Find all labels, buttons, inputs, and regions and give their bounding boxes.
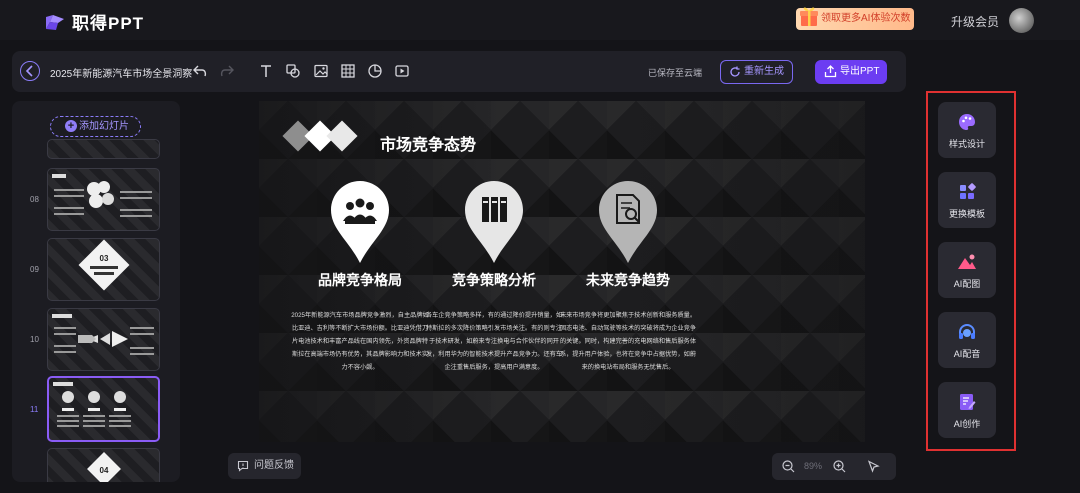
slide-number: 11 (30, 405, 39, 414)
export-ppt-button[interactable]: 导出PPT (815, 60, 887, 84)
slide-number: 10 (30, 335, 39, 344)
zoom-controls: 89% (772, 453, 896, 480)
text-icon[interactable] (258, 63, 274, 79)
column-title[interactable]: 品牌竞争格局 (305, 273, 415, 288)
slide-thumbnail-09[interactable]: 03 (47, 238, 160, 301)
slide-number: 08 (30, 195, 39, 204)
slide-thumbnail-07[interactable] (47, 139, 160, 159)
change-template-button[interactable]: 更换模板 (938, 172, 996, 228)
refresh-icon (730, 66, 740, 77)
export-icon (824, 65, 837, 78)
ai-image-button[interactable]: AI配图 (938, 242, 996, 298)
chart-icon[interactable] (367, 63, 383, 79)
svg-text:04: 04 (100, 466, 109, 475)
slide-number: 09 (30, 265, 39, 274)
avatar[interactable] (1009, 8, 1034, 33)
slide-thumbnail-11[interactable] (47, 376, 160, 442)
add-slide-button[interactable]: + 添加幻灯片 (50, 116, 141, 137)
promo-button[interactable]: 领取更多AI体验次数 (796, 7, 914, 30)
column-title[interactable]: 竞争策略分析 (439, 273, 549, 288)
shape-icon[interactable] (285, 63, 301, 79)
back-button[interactable] (20, 61, 40, 81)
export-label: 导出PPT (840, 66, 880, 77)
slide-thumbnail-panel[interactable]: + 添加幻灯片 08 09 03 10 11 04 (12, 101, 180, 482)
change-template-label: 更换模板 (948, 209, 985, 219)
feedback-icon (237, 460, 249, 472)
slide-thumbnail-12[interactable]: 04 (47, 448, 160, 482)
zoom-level: 89% (804, 461, 823, 471)
ai-voice-button[interactable]: AI配音 (938, 312, 996, 368)
slide-title[interactable]: 市场竞争态势 (380, 131, 476, 155)
ai-voice-icon (959, 324, 975, 339)
table-icon[interactable] (340, 63, 356, 79)
chevron-left-icon (25, 65, 33, 77)
slide-thumbnail-08[interactable] (47, 168, 160, 231)
title-decoration-icon (282, 120, 358, 152)
pointer-icon[interactable] (867, 460, 880, 473)
upgrade-membership-link[interactable]: 升级会员 (951, 13, 999, 30)
style-design-label: 样式设计 (948, 139, 985, 149)
document-search-icon (599, 181, 657, 263)
gift-icon (798, 4, 820, 28)
editor-toolbar: 2025年新能源汽车市场全景洞察 已保存至云端 重新生成 导出PPT (12, 51, 906, 92)
ai-image-label: AI配图 (953, 279, 981, 289)
logo-icon (44, 11, 66, 33)
zoom-in-icon[interactable] (833, 460, 846, 473)
image-icon[interactable] (313, 63, 329, 79)
redo-icon[interactable] (219, 63, 235, 79)
ai-tools-panel: 样式设计 更换模板 AI配图 AI配音 AI创作 (926, 91, 1016, 451)
promo-label: 领取更多AI体验次数 (821, 13, 911, 24)
logo-text: 职得PPT (72, 14, 145, 33)
regenerate-button[interactable]: 重新生成 (720, 60, 793, 84)
template-icon (960, 183, 976, 199)
plus-icon: + (65, 120, 77, 132)
ai-write-label: AI创作 (953, 419, 981, 429)
palette-icon (959, 114, 975, 130)
svg-text:03: 03 (100, 254, 109, 263)
ai-image-icon (958, 254, 976, 269)
regenerate-label: 重新生成 (744, 66, 784, 77)
column-text[interactable]: 未来市场竞争将更加聚焦于技术创新和服务质量。固态电池、自动驾驶等技术的突破将成为… (558, 309, 698, 374)
column-title[interactable]: 未来竞争趋势 (573, 273, 683, 288)
top-bar: 职得PPT 领取更多AI体验次数 升级会员 (0, 0, 1080, 40)
style-design-button[interactable]: 样式设计 (938, 102, 996, 158)
zoom-out-icon[interactable] (782, 460, 795, 473)
ai-write-button[interactable]: AI创作 (938, 382, 996, 438)
column-text[interactable]: 2025年新能源汽车市场品牌竞争激烈，自主品牌如比亚迪、吉利等不断扩大市场份额。… (290, 309, 430, 374)
undo-icon[interactable] (192, 63, 208, 79)
slide-thumbnail-10[interactable] (47, 308, 160, 371)
books-icon (465, 181, 523, 263)
video-icon[interactable] (394, 63, 410, 79)
app-logo[interactable]: 职得PPT (44, 9, 144, 34)
ai-voice-label: AI配音 (953, 349, 981, 359)
feedback-button[interactable]: 问题反馈 (228, 453, 301, 479)
document-title[interactable]: 2025年新能源汽车市场全景洞察 (50, 65, 192, 80)
add-slide-label: 添加幻灯片 (79, 121, 129, 132)
save-status: 已保存至云端 (648, 68, 703, 78)
column-text[interactable]: 各车企竞争策略多样，有的通过降价提升销量，如特斯拉的多次降价策略引发市场关注。有… (424, 309, 564, 374)
feedback-label: 问题反馈 (254, 460, 294, 471)
ai-write-icon (960, 394, 976, 410)
slide-canvas[interactable]: 市场竞争态势 品牌竞争格局 2025年新能源汽车市场品牌竞争激烈，自主品牌如比亚… (259, 101, 865, 442)
team-icon (331, 181, 389, 263)
